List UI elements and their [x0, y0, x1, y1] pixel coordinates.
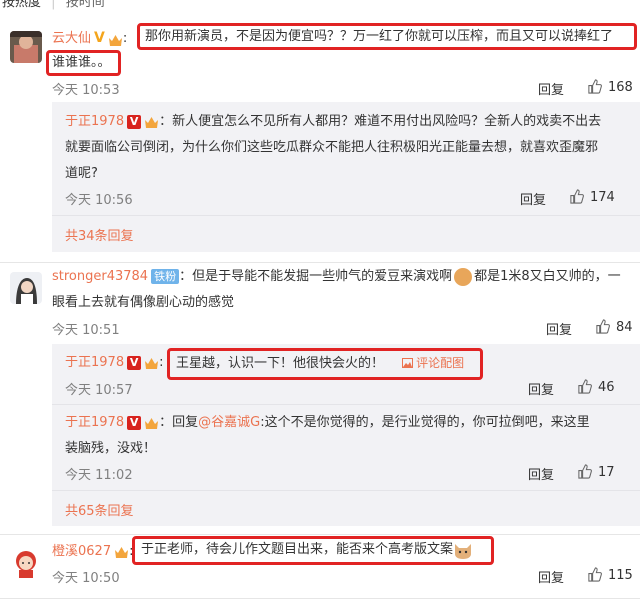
thumbs-up-icon	[588, 79, 602, 94]
comment-text: 那你用新演员，不是因为便宜吗？？万一红了你就可以压榨，而且又可以说捧红了	[145, 29, 614, 44]
vip-icon: V	[127, 114, 142, 129]
reply-button[interactable]: 回复	[528, 379, 554, 398]
reply-text-cont: 就要面临公司倒闭，为什么你们这些吃瓜群众不能把人往积极阳光正能量去想，就喜欢歪魔…	[65, 140, 599, 155]
reply-text-cont: 装脑残，没戏！	[65, 441, 157, 456]
divider	[52, 404, 640, 405]
comment-header: stronger43784 铁粉 ：但是于导能不能发掘一些帅气的爱豆来演戏啊 都是1米…	[52, 266, 621, 288]
reply-button[interactable]: 回复	[520, 189, 546, 208]
crown-icon	[114, 545, 129, 558]
divider	[0, 598, 640, 599]
reply-button[interactable]: 回复	[538, 567, 564, 586]
comment-text: ：但是于导能不能发掘一些帅气的爱豆来演戏啊	[179, 269, 453, 284]
thumbs-up-icon	[578, 464, 592, 479]
reply-item: 于正1978 V ：回复@谷嘉诚G:这个不是你觉得的，是行业觉得的，你可拉倒吧，来这…	[65, 412, 590, 434]
comment-header: 橙溪0627:	[52, 544, 134, 559]
username[interactable]: stronger43784	[52, 269, 148, 284]
tab-hot[interactable]: 按热度	[2, 0, 41, 10]
username[interactable]: 于正1978	[65, 355, 124, 370]
comment-text-content: 于正老师，待会儿作文题目出来，能否来个高考版文案	[141, 542, 454, 557]
sort-tabs: 按热度 | 按时间	[2, 0, 105, 10]
comment-text: 于正老师，待会儿作文题目出来，能否来个高考版文案	[141, 539, 473, 561]
username[interactable]: 云大仙	[52, 31, 91, 46]
reply-button[interactable]: 回复	[528, 464, 554, 483]
username[interactable]: 于正1978	[65, 415, 124, 430]
avatar[interactable]	[10, 272, 42, 304]
username[interactable]: 于正1978	[65, 114, 124, 129]
reply-header: 于正1978 V:	[65, 355, 164, 370]
vip-icon: V	[127, 355, 142, 370]
timestamp: 今天 10:51	[52, 323, 120, 338]
like-count: 17	[598, 465, 615, 480]
reply-prefix: ：回复	[159, 415, 199, 430]
like-button[interactable]: 84	[595, 319, 633, 335]
reply-button[interactable]: 回复	[538, 79, 564, 98]
like-button[interactable]: 115	[587, 567, 633, 583]
avatar[interactable]	[10, 31, 42, 63]
avatar[interactable]	[10, 546, 42, 578]
reply-text-cont: 道呢?	[65, 166, 98, 181]
vip-icon: V	[127, 415, 142, 430]
divider	[0, 262, 640, 263]
divider	[52, 490, 640, 491]
more-replies-link[interactable]: 共65条回复	[65, 500, 134, 519]
crown-icon	[144, 115, 159, 128]
like-button[interactable]: 46	[577, 379, 615, 395]
like-count: 84	[616, 320, 633, 335]
like-count: 168	[608, 80, 633, 95]
like-button[interactable]: 17	[577, 464, 615, 480]
cat-emoji-icon	[453, 541, 473, 559]
like-count: 46	[598, 380, 615, 395]
timestamp: 今天 10:53	[52, 83, 120, 98]
thumbs-up-icon	[570, 189, 584, 204]
crown-icon	[108, 31, 123, 46]
timestamp: 今天 10:50	[52, 571, 120, 586]
reply-text-content: 王星越，认识一下！他很快会火的！	[176, 356, 385, 371]
vip-icon: V	[94, 29, 105, 46]
timestamp: 今天 11:02	[65, 468, 133, 483]
pic-link-label: 评论配图	[416, 356, 465, 370]
thumbs-up-icon	[578, 379, 592, 394]
timestamp: 今天 10:56	[65, 193, 133, 208]
like-count: 174	[590, 190, 615, 205]
image-icon	[402, 358, 414, 368]
fan-badge: 铁粉	[151, 269, 180, 284]
thumbs-up-icon	[596, 319, 610, 334]
comment-text-cont: 眼看上去就有偶像剧心动的感觉	[52, 295, 235, 310]
username[interactable]: 橙溪0627	[52, 544, 111, 559]
comment-text: 都是1米8又白又帅的，一	[474, 269, 621, 284]
crown-icon	[144, 356, 159, 369]
reply-text: :这个不是你觉得的，是行业觉得的，你可拉倒吧，来这里	[260, 415, 590, 430]
thumbs-up-icon	[588, 567, 602, 582]
divider	[0, 534, 640, 535]
crown-icon	[144, 416, 159, 429]
reply-item: 于正1978 V ：新人便宜怎么不见所有人都用？难道不用付出风险吗？全新人的戏卖不出…	[65, 111, 601, 133]
like-button[interactable]: 168	[587, 79, 633, 95]
reply-text: ：新人便宜怎么不见所有人都用？难道不用付出风险吗？全新人的戏卖不出去	[159, 114, 602, 129]
shy-emoji-icon	[454, 267, 473, 286]
divider	[52, 215, 640, 216]
comment-image-link[interactable]: 评论配图	[402, 356, 464, 370]
reply-text: 王星越，认识一下！他很快会火的！ 评论配图	[176, 352, 464, 375]
comment-header: 云大仙 V:	[52, 29, 128, 46]
like-count: 115	[608, 568, 633, 583]
timestamp: 今天 10:57	[65, 383, 133, 398]
mention-link[interactable]: @谷嘉诚G	[198, 415, 260, 430]
comment-text-cont: 谁谁谁。。	[52, 55, 111, 70]
more-replies-link[interactable]: 共34条回复	[65, 225, 134, 244]
like-button[interactable]: 174	[569, 189, 615, 205]
reply-button[interactable]: 回复	[546, 319, 572, 338]
tab-time[interactable]: 按时间	[66, 0, 105, 10]
